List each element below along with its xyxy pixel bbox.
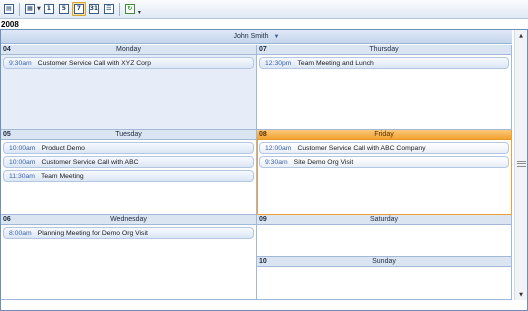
- day-header[interactable]: 09 Saturday: [257, 215, 511, 225]
- day-header[interactable]: 08 Friday: [257, 130, 511, 140]
- day-cell-monday[interactable]: 04 Monday 9:30am Customer Service Call w…: [1, 45, 257, 130]
- appointment-subject: Customer Service Call with ABC Company: [297, 144, 426, 152]
- day-name: Thursday: [369, 46, 399, 53]
- owner-name: John Smith: [233, 33, 269, 40]
- day-header[interactable]: 06 Wednesday: [1, 215, 256, 225]
- day-number: 06: [3, 216, 11, 223]
- appointment-time: 12:00am: [265, 144, 292, 152]
- appointment[interactable]: 12:00am Customer Service Call with ABC C…: [259, 142, 509, 154]
- day-cell-sunday[interactable]: 10 Sunday: [257, 257, 512, 300]
- day-cell-tuesday[interactable]: 05 Tuesday 10:00am Product Demo 10:00am …: [1, 130, 257, 215]
- day-cell-thursday[interactable]: 07 Thursday 12:30pm Team Meeting and Lun…: [257, 45, 512, 130]
- appointment-subject: Planning Meeting for Demo Org Visit: [37, 229, 148, 237]
- appointment-time: 9:30am: [265, 158, 288, 166]
- scroll-down-icon[interactable]: ▼: [515, 289, 527, 300]
- toolbar-separator: [118, 2, 120, 16]
- toolbar-overflow-icon[interactable]: ▾: [138, 9, 141, 16]
- week-view-icon: 7: [73, 4, 84, 14]
- work-week-view-icon: 5: [58, 4, 69, 14]
- scroll-thumb-grip-icon[interactable]: [517, 161, 526, 167]
- day-name: Saturday: [369, 216, 399, 223]
- appointment-subject: Team Meeting and Lunch: [297, 59, 374, 67]
- appointment-time: 11:30am: [9, 172, 35, 180]
- refresh-icon: ↻: [124, 4, 135, 14]
- calendar-owner-header[interactable]: John Smith ▼: [1, 30, 512, 44]
- appointment-subject: Customer Service Call with XYZ Corp: [37, 59, 151, 67]
- day-name: Sunday: [372, 258, 396, 265]
- work-week-view-button[interactable]: 5: [57, 2, 71, 16]
- day-name: Friday: [374, 131, 394, 138]
- appointment-subject: Product Demo: [41, 144, 85, 152]
- day-name: Tuesday: [115, 131, 142, 138]
- day-name: Wednesday: [110, 216, 147, 223]
- scroll-up-icon[interactable]: ▲: [515, 30, 527, 41]
- appointment[interactable]: 11:30am Team Meeting: [3, 170, 254, 182]
- vertical-scrollbar[interactable]: ▲ ▼: [514, 30, 527, 300]
- print-preview-button[interactable]: ▤: [2, 2, 16, 16]
- appointment[interactable]: 9:30am Customer Service Call with XYZ Co…: [3, 57, 254, 69]
- day-number: 10: [259, 258, 267, 265]
- day-number: 07: [259, 46, 267, 53]
- appointment-time: 10:00am: [9, 144, 36, 152]
- day-name: Monday: [116, 46, 141, 53]
- appointment-time: 8:00am: [9, 229, 32, 237]
- day-cell-saturday[interactable]: 09 Saturday: [257, 215, 512, 257]
- appointment[interactable]: 10:00am Customer Service Call with ABC: [3, 156, 254, 168]
- refresh-button[interactable]: ↻: [123, 2, 137, 16]
- toolbar-separator: [19, 2, 20, 16]
- appointment-subject: Site Demo Org Visit: [293, 158, 354, 166]
- month-view-icon: 31: [88, 4, 99, 14]
- appointment[interactable]: 12:30pm Team Meeting and Lunch: [259, 57, 509, 69]
- week-grid: 04 Monday 9:30am Customer Service Call w…: [1, 45, 512, 300]
- day-picker-dropdown-icon[interactable]: ▼: [37, 6, 41, 12]
- owner-dropdown-icon[interactable]: ▼: [274, 34, 280, 40]
- calendar-toolbar: ▤ ▦ ▼ 1 5 7 31 ☰ ↻ ▾: [0, 0, 528, 19]
- appointment-subject: Team Meeting: [40, 172, 84, 180]
- day-header[interactable]: 07 Thursday: [257, 45, 511, 55]
- day-number: 08: [259, 131, 267, 138]
- appointment[interactable]: 9:30am Site Demo Org Visit: [259, 156, 509, 168]
- day-cell-wednesday[interactable]: 06 Wednesday 8:00am Planning Meeting for…: [1, 215, 257, 300]
- day-header[interactable]: 10 Sunday: [257, 257, 511, 267]
- month-view-button[interactable]: 31: [87, 2, 101, 16]
- day-number: 04: [3, 46, 11, 53]
- week-calendar: John Smith ▼ 04 Monday 9:30am Customer S…: [0, 29, 528, 311]
- appointment-time: 9:30am: [9, 59, 32, 67]
- day-cell-friday[interactable]: 08 Friday 12:00am Customer Service Call …: [257, 130, 512, 215]
- appointment[interactable]: 8:00am Planning Meeting for Demo Org Vis…: [3, 227, 254, 239]
- day-view-button[interactable]: 1: [42, 2, 56, 16]
- timeline-view-icon: ☰: [103, 4, 114, 14]
- week-view-button[interactable]: 7: [71, 2, 86, 16]
- day-header[interactable]: 04 Monday: [1, 45, 256, 55]
- day-header[interactable]: 05 Tuesday: [1, 130, 256, 140]
- day-number: 09: [259, 216, 267, 223]
- timeline-view-button[interactable]: ☰: [102, 2, 116, 16]
- day-picker-icon: ▦: [25, 4, 35, 14]
- appointment-time: 10:00am: [9, 158, 36, 166]
- day-view-icon: 1: [43, 4, 54, 14]
- day-number: 05: [3, 131, 11, 138]
- appointment-time: 12:30pm: [265, 59, 292, 67]
- day-picker-button[interactable]: ▦: [23, 2, 37, 16]
- appointment-subject: Customer Service Call with ABC: [41, 158, 139, 166]
- appointment[interactable]: 10:00am Product Demo: [3, 142, 254, 154]
- print-preview-icon: ▤: [4, 4, 14, 14]
- year-label: 2008: [1, 20, 19, 29]
